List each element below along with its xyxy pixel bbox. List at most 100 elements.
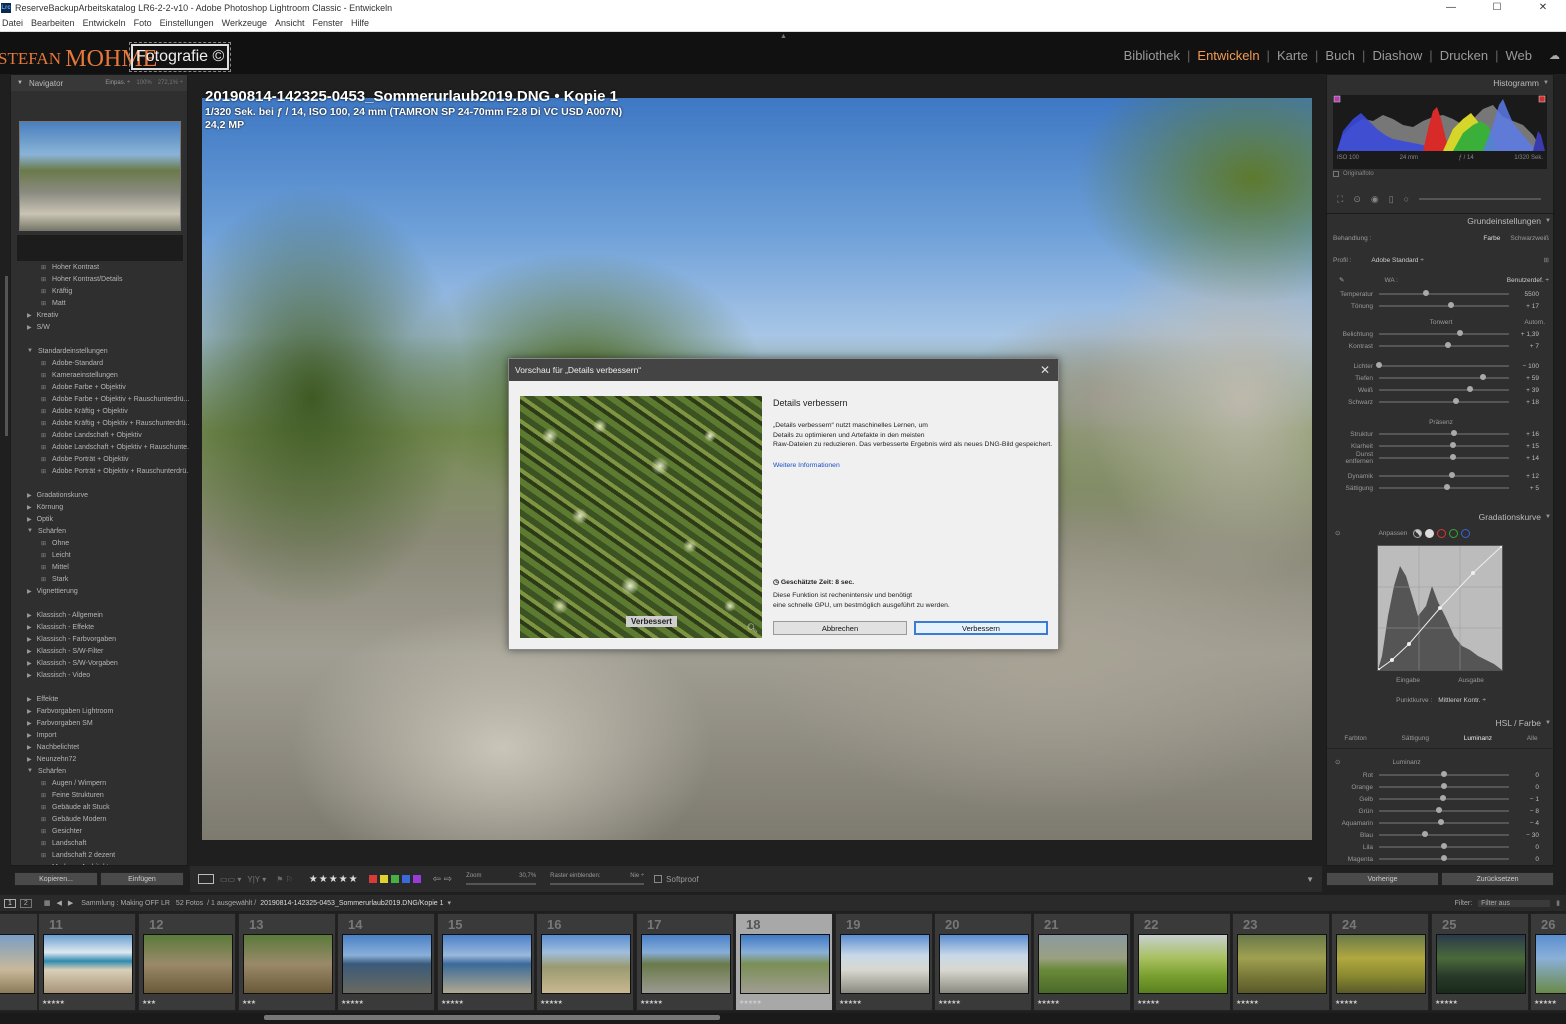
filmstrip-thumbnail[interactable] — [1138, 934, 1228, 994]
filmstrip-cell[interactable]: 17 ★★★★★ — [636, 913, 734, 1011]
preset-group[interactable]: ▶ Vignettierung — [11, 585, 189, 597]
close-window-button[interactable]: ✕ — [1520, 0, 1566, 15]
filmstrip-thumbnail[interactable] — [840, 934, 930, 994]
navigator-header[interactable]: ▼ Navigator Einpas. ÷ 100% 272,1% ÷ — [11, 75, 187, 91]
hsl-target-icon[interactable]: ⊙ — [1335, 758, 1340, 766]
preset-item[interactable]: Adobe Kräftig + Objektiv — [11, 405, 189, 417]
slider-knob[interactable] — [1422, 290, 1429, 296]
filmstrip-cell[interactable]: 18 ★★★★★ — [735, 913, 833, 1011]
collapse-top-icon[interactable]: ▲ — [780, 33, 787, 40]
filmstrip-stars[interactable]: ★★★★★ — [739, 999, 762, 1006]
preset-item[interactable]: Hoher Kontrast — [11, 261, 189, 273]
preset-item[interactable]: Gesichter — [11, 825, 189, 837]
slider-knob[interactable] — [1448, 472, 1455, 478]
slider-value[interactable]: + 14 — [1509, 455, 1545, 462]
preset-item[interactable]: Adobe Kräftig + Objektiv + Rauschunterdr… — [11, 417, 189, 429]
slider-track[interactable] — [1379, 430, 1509, 436]
menu-foto[interactable]: Foto — [132, 18, 154, 28]
collapsed-triangle-icon[interactable]: ▶ — [27, 492, 32, 499]
menu-datei[interactable]: Datei — [0, 18, 25, 28]
preset-item[interactable]: Matt — [11, 297, 189, 309]
preset-group[interactable]: ▶ Neunzehn72 — [11, 753, 189, 765]
menu-hilfe[interactable]: Hilfe — [349, 18, 371, 28]
collapsed-triangle-icon[interactable]: ▶ — [27, 756, 32, 763]
minimize-button[interactable]: — — [1428, 0, 1474, 15]
basic-header[interactable]: Grundeinstellungen — [1327, 213, 1555, 229]
preset-item[interactable]: Adobe Farbe + Objektiv + Rauschunterdrü.… — [11, 393, 189, 405]
slider-knob[interactable] — [1450, 454, 1457, 460]
crop-icon[interactable]: ⛶ — [1337, 194, 1343, 205]
hsl-header[interactable]: HSL / Farbe — [1327, 715, 1555, 731]
preset-item[interactable]: Adobe Farbe + Objektiv — [11, 381, 189, 393]
tone-curve-graph[interactable] — [1376, 544, 1504, 672]
collapsed-triangle-icon[interactable]: ▶ — [27, 708, 32, 715]
preset-group[interactable]: ▶ Kreativ — [11, 309, 189, 321]
reset-button[interactable]: Zurücksetzen — [1441, 872, 1554, 886]
preset-item[interactable]: Adobe Landschaft + Objektiv — [11, 429, 189, 441]
slider-knob[interactable] — [1467, 386, 1473, 392]
grid-overlay-control[interactable]: Raster einblenden: Nie ÷ — [550, 873, 645, 885]
path-dropdown-icon[interactable]: ▾ — [448, 899, 452, 907]
preset-item[interactable]: Feine Strukturen — [11, 789, 189, 801]
zoom-icon[interactable]: 🔍︎ — [747, 623, 758, 634]
filmstrip-stars[interactable]: ★★★★★ — [839, 999, 862, 1006]
filmstrip-stars[interactable]: ★★★★★ — [1335, 999, 1358, 1006]
filmstrip-cell[interactable]: 20 ★★★★★ — [934, 913, 1032, 1011]
forward-arrow-icon[interactable]: ▶ — [68, 899, 73, 907]
menu-entwickeln[interactable]: Entwickeln — [81, 18, 128, 28]
preset-item[interactable]: Kräftig — [11, 285, 189, 297]
loupe-view-icon[interactable] — [198, 874, 214, 884]
preset-group[interactable]: ▶ Klassisch - S/W-Filter — [11, 645, 189, 657]
filmstrip-stars[interactable]: ★★★★★ — [1137, 999, 1160, 1006]
module-diashow[interactable]: Diashow — [1365, 48, 1429, 63]
tab-farbton[interactable]: Farbton — [1344, 735, 1366, 748]
curve-target-icon[interactable]: ⊙ — [1335, 529, 1340, 537]
filmstrip-stars[interactable]: ★★★★★ — [640, 999, 663, 1006]
filmstrip-stars[interactable]: ★★★★★ — [540, 999, 563, 1006]
preset-group[interactable]: ▶ Import — [11, 729, 189, 741]
slider-knob[interactable] — [1435, 807, 1442, 813]
dialog-close-icon[interactable]: ✕ — [1040, 363, 1050, 377]
graduated-filter-icon[interactable]: ▯ — [1389, 194, 1394, 205]
slider-track[interactable] — [1379, 771, 1509, 777]
slider-knob[interactable] — [1421, 831, 1428, 837]
slider-knob[interactable] — [1438, 819, 1445, 825]
slider-value[interactable]: 0 — [1509, 856, 1545, 863]
treatment-color[interactable]: Farbe — [1483, 235, 1500, 242]
enhance-preview[interactable]: Verbessert 🔍︎ — [520, 396, 762, 638]
left-panel-scrollbar[interactable] — [5, 276, 8, 436]
curve-blue-icon[interactable] — [1461, 528, 1471, 538]
brush-slider[interactable] — [1419, 198, 1541, 200]
preset-item[interactable]: Gebäude alt Stuck — [11, 801, 189, 813]
point-curve-dropdown[interactable]: Mittlerer Kontr. ÷ — [1438, 697, 1486, 704]
slider-track[interactable] — [1379, 472, 1509, 478]
slider-track[interactable] — [1379, 442, 1509, 448]
tab-saettigung[interactable]: Sättigung — [1402, 735, 1429, 748]
expanded-triangle-icon[interactable]: ▼ — [27, 768, 33, 774]
collapsed-triangle-icon[interactable]: ▶ — [27, 636, 32, 643]
auto-tone-button[interactable]: Autom. — [1524, 319, 1545, 326]
copy-settings-button[interactable]: Kopieren... — [14, 872, 98, 886]
preset-group[interactable]: ▶ Klassisch - Farbvorgaben — [11, 633, 189, 645]
slider-track[interactable] — [1379, 795, 1509, 801]
preset-group[interactable]: ▼ Schärfen — [11, 525, 189, 537]
preset-item[interactable]: Adobe Porträt + Objektiv + Rauschunterdr… — [11, 465, 189, 477]
selected-path[interactable]: 20190814-142325-0453_Sommerurlaub2019.DN… — [260, 900, 443, 907]
grid-value[interactable]: Nie ÷ — [630, 873, 644, 879]
preset-item[interactable]: Ohne — [11, 537, 189, 549]
collapsed-triangle-icon[interactable]: ▶ — [27, 744, 32, 751]
menu-bearbeiten[interactable]: Bearbeiten — [29, 18, 77, 28]
filmstrip-cell[interactable]: 21 ★★★★★ — [1033, 913, 1131, 1011]
filmstrip-thumbnail[interactable] — [1038, 934, 1128, 994]
filmstrip-thumbnail[interactable] — [740, 934, 830, 994]
eyedropper-icon[interactable]: ✎ — [1339, 276, 1344, 284]
slider-track[interactable] — [1379, 398, 1509, 404]
preset-item[interactable]: Adobe Porträt + Objektiv — [11, 453, 189, 465]
filmstrip-scrollbar[interactable] — [264, 1015, 720, 1020]
filmstrip-stars[interactable]: ★★★★★ — [1435, 999, 1458, 1006]
maximize-button[interactable]: ☐ — [1474, 0, 1520, 15]
slider-value[interactable]: − 4 — [1509, 820, 1545, 827]
slider-value[interactable]: − 100 — [1509, 363, 1545, 370]
collapsed-triangle-icon[interactable]: ▶ — [27, 732, 32, 739]
paste-settings-button[interactable]: Einfügen — [100, 872, 184, 886]
